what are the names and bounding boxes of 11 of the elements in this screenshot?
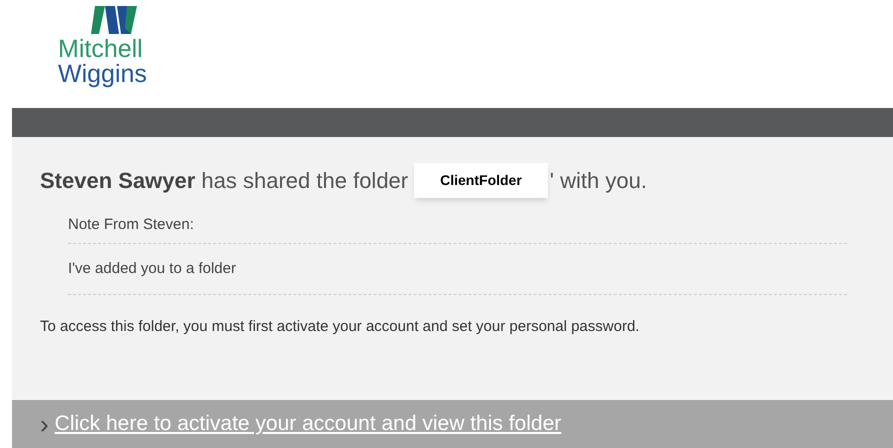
- instructions-text: To access this folder, you must first activate your account and set your personal password.: [40, 317, 640, 337]
- headline-text: Steven Sawyer has shared the folder: [40, 167, 408, 195]
- chevron-icon: ›: [40, 411, 49, 437]
- logo-mark-icon: [91, 6, 137, 34]
- logo-text: Wiggins: [58, 61, 147, 87]
- note-text: I've added you to a folder: [68, 244, 847, 295]
- folder-name-chip: ClientFolder: [414, 163, 548, 198]
- logo-text: Mitchell: [58, 37, 143, 61]
- headline-text: ' with you.: [550, 167, 647, 195]
- note-label: Note From Steven:: [68, 208, 847, 244]
- activate-link[interactable]: Click here to activate your account and view this folder: [54, 408, 562, 440]
